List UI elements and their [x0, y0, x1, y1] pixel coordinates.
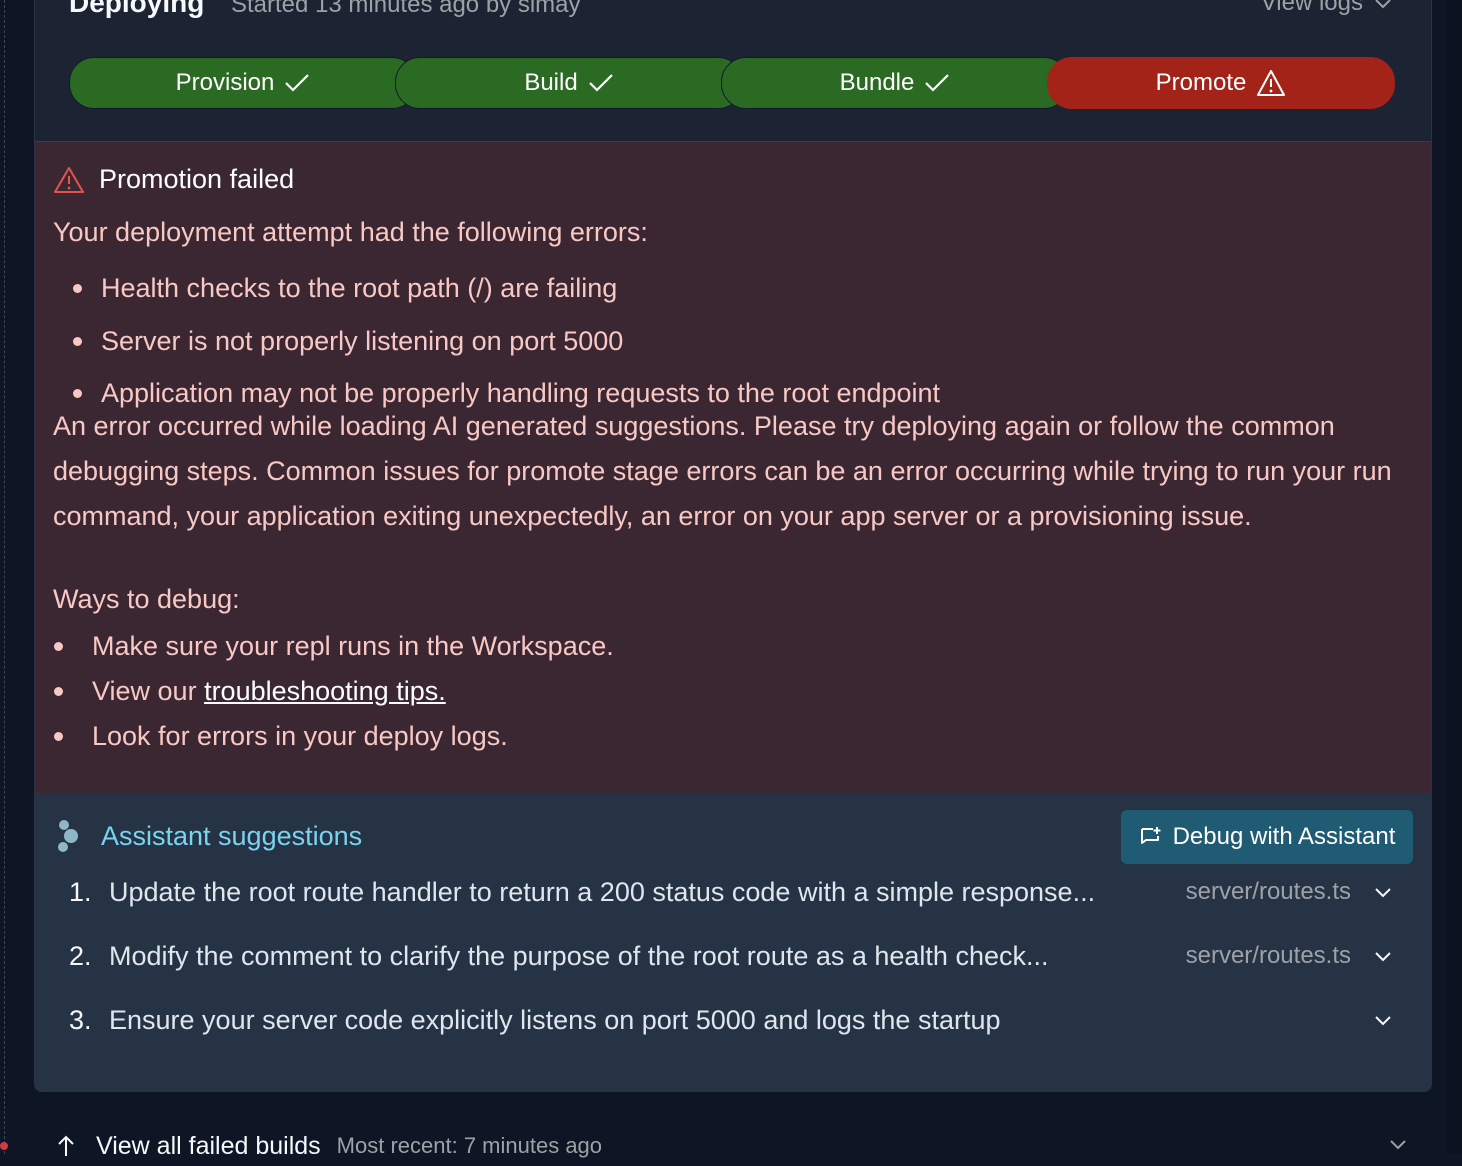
ways-list: Make sure your repl runs in the Workspac… [53, 628, 614, 763]
chevron-down-icon[interactable] [1388, 1134, 1408, 1154]
stage-build[interactable]: Build [395, 57, 743, 109]
suggestion-row[interactable]: 1. Update the root route handler to retu… [69, 867, 1395, 917]
list-item: Health checks to the root path (/) are f… [73, 270, 940, 323]
timeline-dot [0, 1142, 8, 1150]
chevron-down-icon[interactable] [1371, 1008, 1395, 1032]
chevron-down-icon[interactable] [1371, 944, 1395, 968]
list-item: Server is not properly listening on port… [73, 323, 940, 376]
stage-bundle[interactable]: Bundle [721, 57, 1069, 109]
failed-builds-subtitle: Most recent: 7 minutes ago [336, 1133, 603, 1158]
suggestion-row[interactable]: 2. Modify the comment to clarify the pur… [69, 931, 1395, 981]
stage-label: Promote [1155, 69, 1247, 96]
error-message: An error occurred while loading AI gener… [53, 411, 1392, 531]
stage-provision[interactable]: Provision [69, 57, 417, 109]
view-logs-button[interactable]: View logs [1261, 0, 1393, 17]
list-item: View our troubleshooting tips. [53, 673, 614, 718]
suggestion-number: 3. [69, 1004, 92, 1035]
chevron-down-icon [1375, 0, 1391, 9]
debug-with-assistant-button[interactable]: Debug with Assistant [1121, 810, 1413, 864]
ways-prefix: View our [92, 676, 205, 706]
stage-label: Bundle [839, 69, 915, 96]
error-intro: Your deployment attempt had the followin… [53, 217, 648, 247]
timeline-line [4, 0, 5, 1154]
warning-icon [1257, 70, 1286, 96]
chevron-down-icon[interactable] [1371, 880, 1395, 904]
troubleshooting-link[interactable]: troubleshooting tips. [204, 676, 446, 706]
view-failed-builds-row[interactable]: View all failed builds Most recent: 7 mi… [56, 1126, 1416, 1166]
warning-icon [54, 167, 84, 193]
deployment-header: Deploying Started 13 minutes ago by sima… [35, 0, 1431, 141]
assistant-panel: Assistant suggestions Debug with Assista… [35, 793, 1431, 1091]
deployment-subtitle: Started 13 minutes ago by simay [231, 0, 581, 18]
suggestion-text: Modify the comment to clarify the purpos… [109, 940, 1049, 971]
suggestion-number: 2. [69, 940, 92, 971]
check-icon [925, 74, 950, 92]
stage-label: Provision [175, 69, 275, 96]
stage-label: Build [524, 69, 578, 96]
assistant-title: Assistant suggestions [101, 821, 363, 851]
failed-builds-title: View all failed builds [96, 1131, 321, 1160]
suggestion-file: server/routes.ts [1185, 878, 1351, 905]
deployment-title: Deploying [69, 0, 205, 18]
suggestion-row[interactable]: 3. Ensure your server code explicitly li… [69, 995, 1395, 1045]
suggestion-text: Update the root route handler to return … [109, 876, 1096, 907]
arrow-up-icon [58, 1135, 74, 1156]
error-title: Promotion failed [99, 164, 295, 194]
debug-button-label: Debug with Assistant [1172, 823, 1396, 850]
check-icon [588, 74, 613, 92]
chat-plus-icon [1140, 827, 1161, 844]
view-logs-label: View logs [1260, 0, 1363, 16]
suggestion-text: Ensure your server code explicitly liste… [109, 1004, 1001, 1035]
check-icon [285, 74, 310, 92]
deployment-card: Deploying Started 13 minutes ago by sima… [34, 0, 1432, 1092]
suggestion-number: 1. [69, 876, 92, 907]
list-item: Look for errors in your deploy logs. [53, 718, 614, 763]
suggestion-file: server/routes.ts [1185, 942, 1351, 969]
assistant-icon [58, 820, 78, 852]
stage-promote[interactable]: Promote [1047, 57, 1395, 109]
ways-title: Ways to debug: [53, 584, 240, 614]
error-panel: Promotion failed Your deployment attempt… [35, 141, 1431, 795]
right-rail [1446, 0, 1462, 1154]
list-item: Make sure your repl runs in the Workspac… [53, 628, 614, 673]
stage-progress: Provision Build Bundle Promote [69, 57, 1395, 109]
